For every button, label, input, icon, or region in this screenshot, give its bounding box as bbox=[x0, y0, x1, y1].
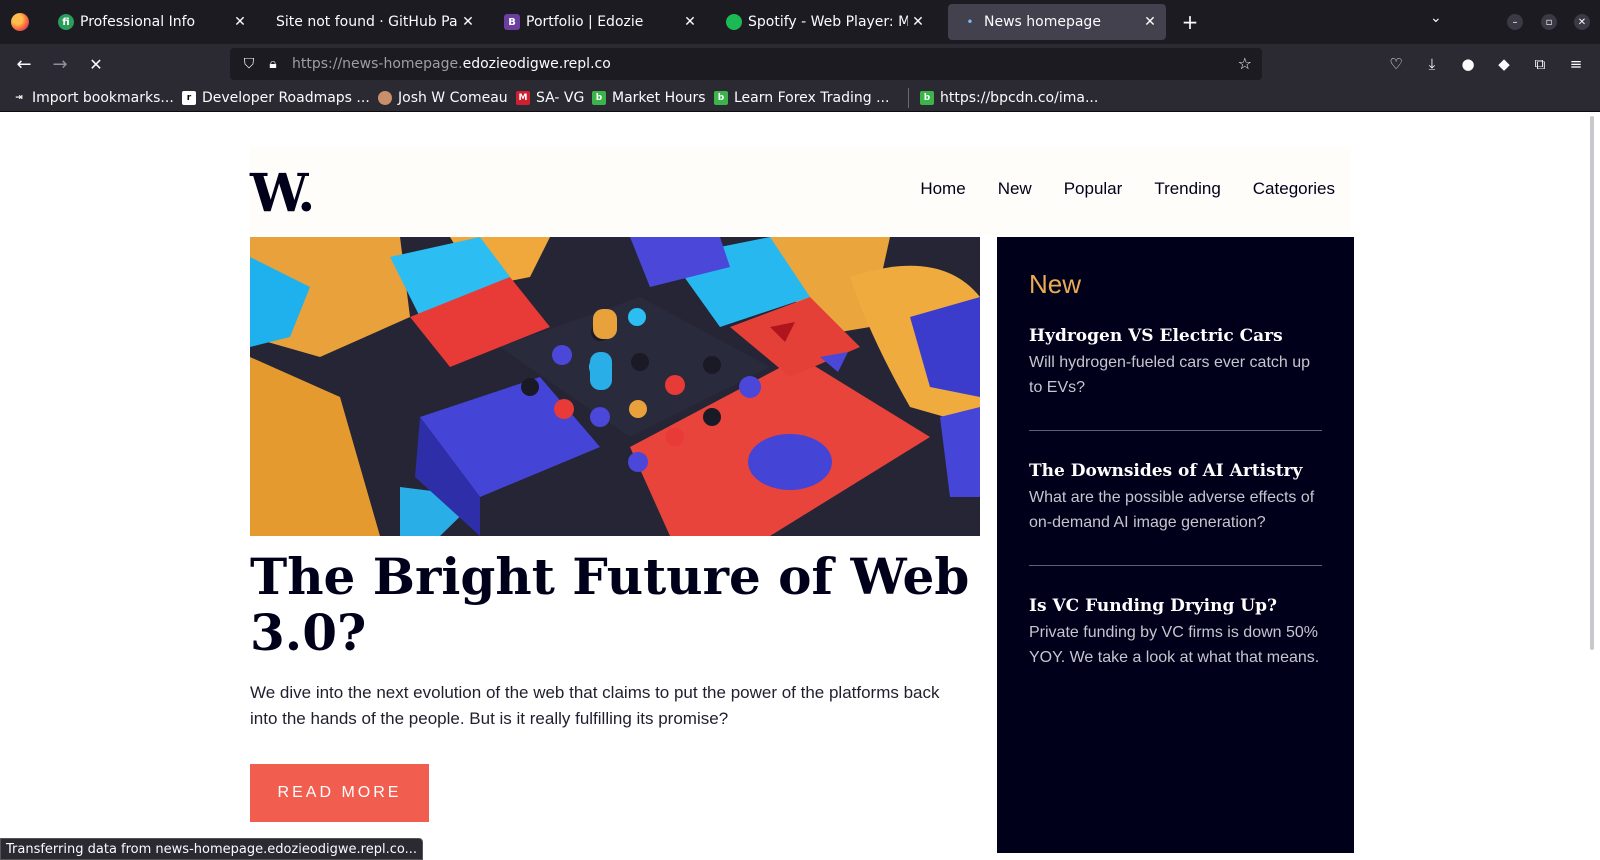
close-tab-icon[interactable]: ✕ bbox=[458, 12, 478, 32]
extensions-puzzle-icon[interactable]: ⧉ bbox=[1530, 54, 1550, 74]
b-icon: b bbox=[714, 91, 728, 105]
news-item-desc: Will hydrogen-fueled cars ever catch up … bbox=[1029, 354, 1311, 396]
url-prefix: https://news-homepage. bbox=[292, 56, 463, 72]
new-tab-button[interactable]: + bbox=[1178, 10, 1202, 34]
minimize-button[interactable]: – bbox=[1507, 14, 1523, 30]
bookmark-josh-w-comeau[interactable]: Josh W Comeau bbox=[378, 89, 508, 107]
bookmark-sa-vg[interactable]: M SA- VG bbox=[516, 89, 584, 107]
nav-categories[interactable]: Categories bbox=[1253, 179, 1335, 199]
bookmark-label: SA- VG bbox=[536, 90, 585, 106]
news-item[interactable]: The Downsides of AI Artistry What are th… bbox=[1029, 461, 1322, 566]
spotify-icon bbox=[726, 14, 742, 30]
web-page: W. Home New Popular Trending Categories bbox=[0, 112, 1600, 860]
hamburger-menu-icon[interactable]: ≡ bbox=[1566, 54, 1586, 74]
fi-favicon-icon: fi bbox=[58, 14, 74, 30]
roadmap-icon: r bbox=[182, 91, 196, 105]
nav-popular[interactable]: Popular bbox=[1064, 179, 1123, 199]
news-item-title[interactable]: Hydrogen VS Electric Cars bbox=[1029, 326, 1322, 346]
bookmark-learn-forex[interactable]: b Learn Forex Trading ... bbox=[714, 89, 889, 107]
news-item[interactable]: Hydrogen VS Electric Cars Will hydrogen-… bbox=[1029, 326, 1322, 431]
close-tab-icon[interactable]: ✕ bbox=[1140, 12, 1160, 32]
navigation-toolbar: ← → ✕ ⛉ 🔒︎ https://news-homepage.edozieo… bbox=[0, 44, 1600, 84]
bookmark-import[interactable]: ⇥ Import bookmarks... bbox=[12, 89, 174, 107]
tab-site-not-found[interactable]: Site not found · GitHub Pages ✕ bbox=[262, 4, 484, 40]
firefox-icon bbox=[11, 13, 29, 31]
status-bar: Transferring data from news-homepage.edo… bbox=[0, 838, 424, 860]
account-icon[interactable]: ● bbox=[1458, 54, 1478, 74]
site-logo[interactable]: W. bbox=[250, 163, 315, 224]
close-tab-icon[interactable]: ✕ bbox=[908, 12, 928, 32]
bookmark-label: Developer Roadmaps ... bbox=[202, 90, 370, 106]
hero-image bbox=[250, 237, 980, 536]
bookmark-market-hours[interactable]: b Market Hours bbox=[592, 89, 706, 107]
tab-title: Spotify - Web Player: Music bbox=[748, 14, 908, 30]
close-window-button[interactable]: ✕ bbox=[1574, 14, 1590, 30]
url-bar[interactable]: ⛉ 🔒︎ https://news-homepage.edozieodigwe.… bbox=[230, 48, 1262, 80]
chevron-down-icon[interactable]: ⌄ bbox=[1430, 10, 1442, 26]
news-item[interactable]: Is VC Funding Drying Up? Private funding… bbox=[1029, 596, 1322, 700]
url-text[interactable]: https://news-homepage.edozieodigwe.repl.… bbox=[292, 56, 611, 72]
restore-button[interactable]: ▫ bbox=[1541, 14, 1557, 30]
tab-portfolio[interactable]: B Portfolio | Edozie ✕ bbox=[490, 4, 706, 40]
extension-badge-icon[interactable]: ◆ bbox=[1494, 54, 1514, 74]
import-icon: ⇥ bbox=[15, 93, 23, 103]
news-item-desc: Private funding by VC firms is down 50% … bbox=[1029, 624, 1320, 666]
bookmark-developer-roadmaps[interactable]: r Developer Roadmaps ... bbox=[182, 89, 370, 107]
url-domain: edozieodigwe.repl.co bbox=[462, 56, 611, 72]
tab-title: News homepage bbox=[984, 14, 1101, 30]
pocket-icon[interactable]: ♡ bbox=[1386, 54, 1406, 74]
stop-loading-icon[interactable]: ✕ bbox=[84, 52, 108, 76]
new-sidebar: New Hydrogen VS Electric Cars Will hydro… bbox=[997, 237, 1354, 853]
b-favicon-icon: B bbox=[504, 14, 520, 30]
forward-arrow-icon[interactable]: → bbox=[48, 52, 72, 76]
tab-bar: fi Professional Info ✕ Site not found · … bbox=[0, 0, 1600, 44]
shield-icon[interactable]: ⛉ bbox=[240, 56, 258, 72]
tab-spotify[interactable]: Spotify - Web Player: Music ✕ bbox=[712, 4, 934, 40]
loading-icon: • bbox=[966, 16, 974, 28]
bookmark-separator bbox=[908, 88, 909, 108]
close-tab-icon[interactable]: ✕ bbox=[230, 12, 250, 32]
tab-title: Site not found · GitHub Pages bbox=[276, 14, 458, 30]
article-summary: We dive into the next evolution of the w… bbox=[250, 683, 940, 728]
back-arrow-icon[interactable]: ← bbox=[12, 52, 36, 76]
headline: The Bright Future of Web 3.0? bbox=[250, 547, 970, 662]
read-more-button[interactable]: READ MORE bbox=[250, 764, 429, 822]
download-icon[interactable]: ⤓ bbox=[1422, 54, 1442, 74]
tab-title: Portfolio | Edozie bbox=[526, 14, 644, 30]
bookmark-label: Market Hours bbox=[612, 90, 706, 106]
bookmark-bpcdn[interactable]: b https://bpcdn.co/ima... bbox=[920, 89, 1098, 107]
lock-icon[interactable]: 🔒︎ bbox=[264, 56, 282, 72]
main-nav: Home New Popular Trending Categories bbox=[920, 179, 1335, 199]
bookmark-label: Import bookmarks... bbox=[32, 90, 174, 106]
page-scrollbar[interactable] bbox=[1590, 116, 1594, 650]
tab-news-homepage[interactable]: • News homepage ✕ bbox=[948, 4, 1166, 40]
nav-trending[interactable]: Trending bbox=[1154, 179, 1220, 199]
news-item-desc: What are the possible adverse effects of… bbox=[1029, 489, 1315, 531]
abstract-blocks-illustration bbox=[250, 237, 980, 536]
firefox-menu-button[interactable] bbox=[0, 0, 40, 44]
tab-title: Professional Info bbox=[80, 14, 196, 30]
news-item-title[interactable]: Is VC Funding Drying Up? bbox=[1029, 596, 1322, 616]
close-tab-icon[interactable]: ✕ bbox=[680, 12, 700, 32]
b-icon: b bbox=[920, 91, 934, 105]
bookmark-star-icon[interactable]: ☆ bbox=[1238, 54, 1252, 73]
bookmark-label: Learn Forex Trading ... bbox=[734, 90, 890, 106]
news-item-title[interactable]: The Downsides of AI Artistry bbox=[1029, 461, 1322, 481]
nav-home[interactable]: Home bbox=[920, 179, 965, 199]
sidebar-title: New bbox=[1029, 269, 1082, 299]
bookmark-label: https://bpcdn.co/ima... bbox=[940, 90, 1099, 106]
bookmarks-toolbar: ⇥ Import bookmarks... r Developer Roadma… bbox=[0, 84, 1600, 112]
site-header: W. Home New Popular Trending Categories bbox=[250, 147, 1351, 235]
m-icon: M bbox=[516, 91, 530, 105]
josh-avatar-icon bbox=[378, 91, 392, 105]
nav-new[interactable]: New bbox=[998, 179, 1032, 199]
tab-professional-info[interactable]: fi Professional Info ✕ bbox=[44, 4, 256, 40]
b-icon: b bbox=[592, 91, 606, 105]
bookmark-label: Josh W Comeau bbox=[398, 90, 508, 106]
